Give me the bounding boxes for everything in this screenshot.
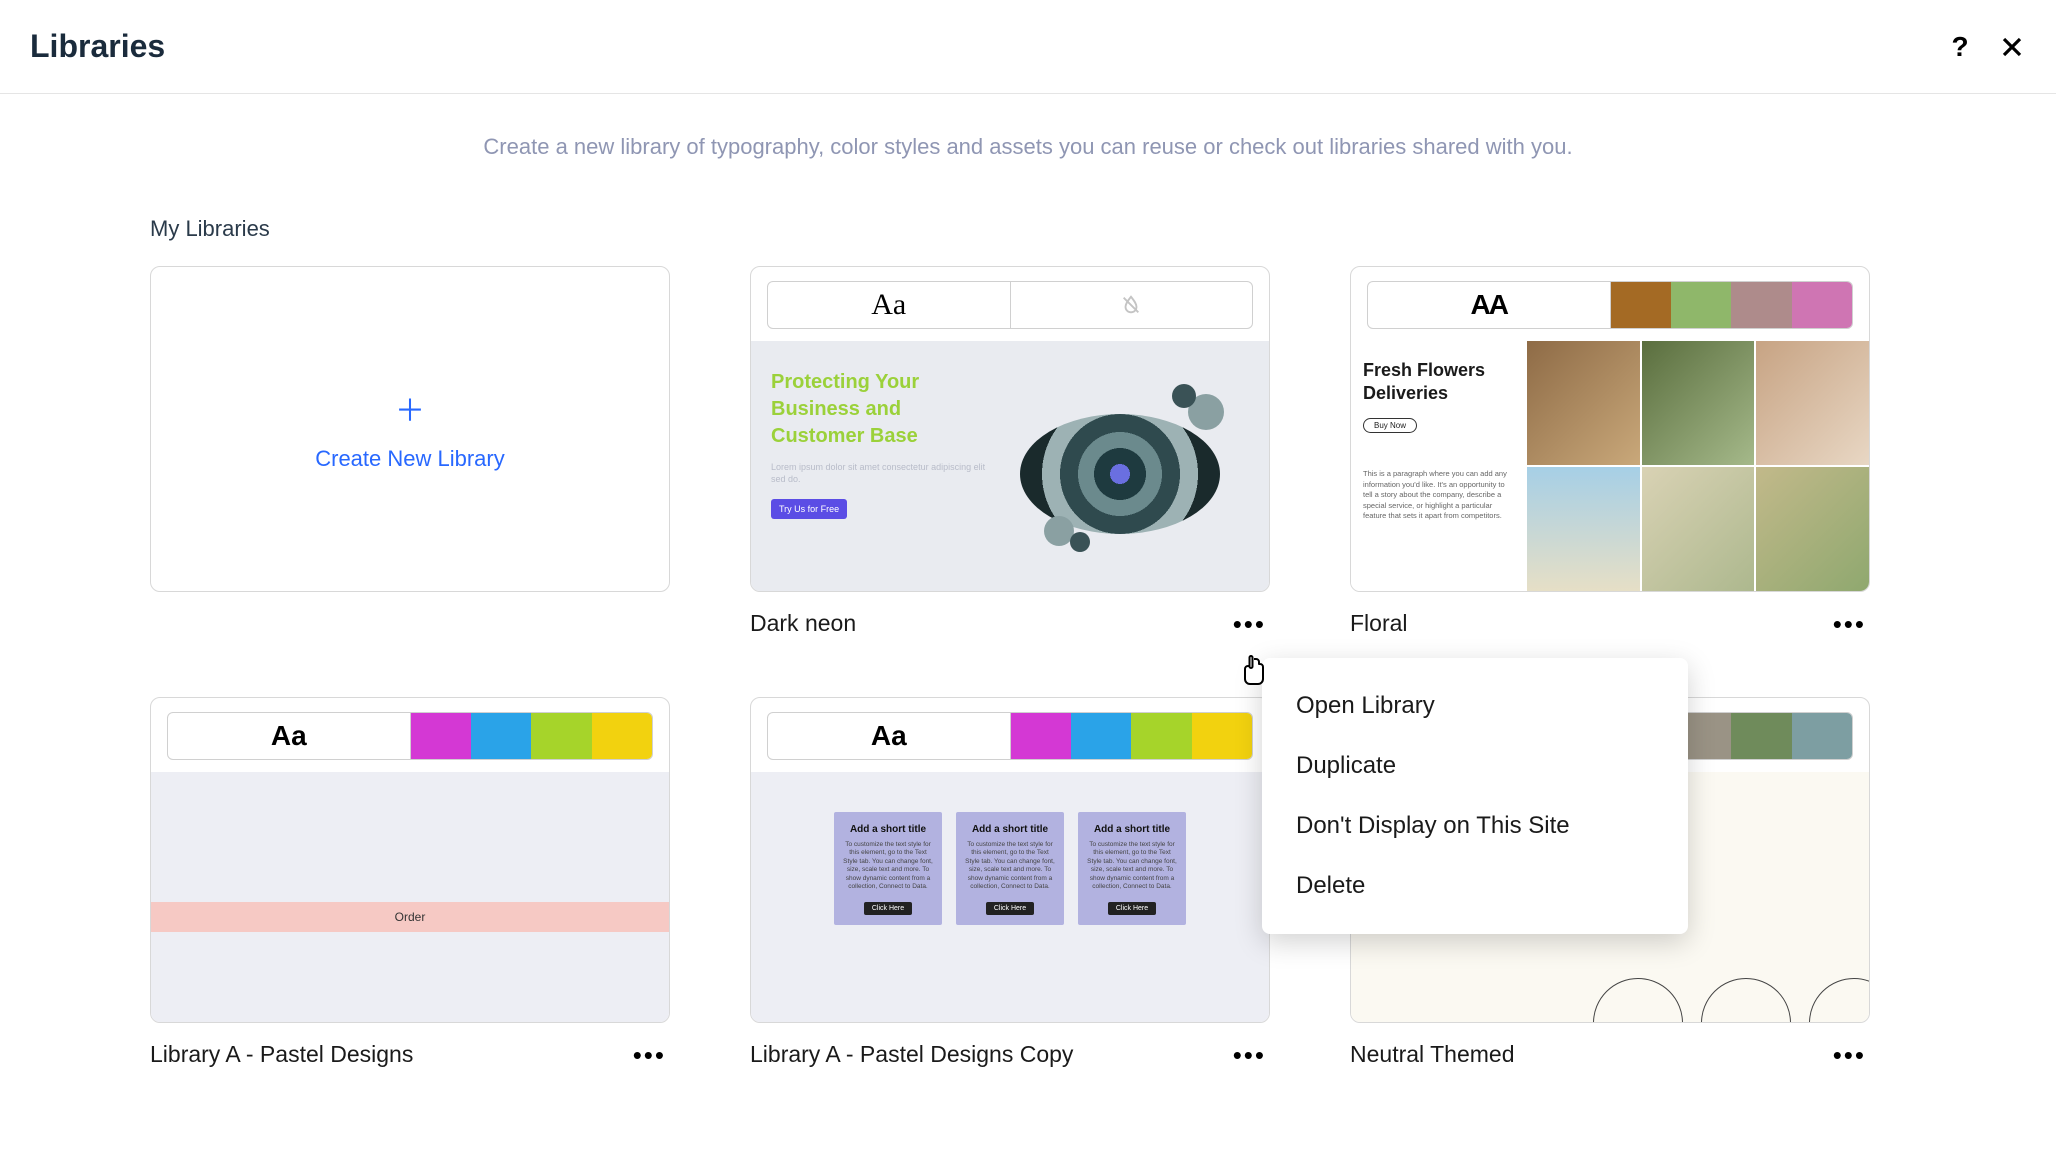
swatch	[1731, 282, 1791, 328]
thumb-header: Aa	[767, 712, 1253, 760]
context-menu: Open Library Duplicate Don't Display on …	[1262, 658, 1688, 934]
thumb-header: Aa	[767, 281, 1253, 329]
swatch	[1792, 282, 1852, 328]
library-title: Floral	[1350, 610, 1408, 637]
preview-minicard: Add a short title To customize the text …	[1078, 812, 1186, 925]
section-title: My Libraries	[150, 216, 1906, 242]
swatch-row	[1011, 713, 1253, 759]
preview-image-grid	[1527, 341, 1869, 591]
thumb-body: Fresh Flowers Deliveries Buy Now This is…	[1351, 341, 1869, 591]
font-sample: AA	[1368, 282, 1611, 328]
help-icon[interactable]: ?	[1946, 33, 1974, 61]
swatch	[1731, 713, 1791, 759]
font-sample: Aa	[768, 713, 1011, 759]
thumb-body: Add a short title To customize the text …	[751, 772, 1269, 1022]
no-color-icon	[1011, 282, 1253, 328]
thumb-header: Aa	[167, 712, 653, 760]
swatch	[411, 713, 471, 759]
preview-minicard: Add a short title To customize the text …	[956, 812, 1064, 925]
library-card-library-a: Aa Order Library A - Pastel Designs •••	[150, 697, 670, 1068]
swatch	[1131, 713, 1191, 759]
swatch	[1611, 282, 1671, 328]
header-actions: ?	[1946, 33, 2026, 61]
swatch	[1071, 713, 1131, 759]
thumb-body: Protecting Your Business and Customer Ba…	[751, 341, 1269, 591]
swatch	[1671, 282, 1731, 328]
library-title: Library A - Pastel Designs Copy	[750, 1041, 1073, 1068]
library-card-floral: AA Fresh Flowers Deliveries Buy Now This…	[1350, 266, 1870, 637]
library-title: Neutral Themed	[1350, 1041, 1515, 1068]
menu-item-open-library[interactable]: Open Library	[1262, 676, 1688, 736]
library-title: Library A - Pastel Designs	[150, 1041, 413, 1068]
preview-graphic	[991, 369, 1249, 575]
swatch	[1792, 713, 1852, 759]
library-card-dark-neon: Aa Protecting Your Business and Customer…	[750, 266, 1270, 637]
thumb-header: AA	[1367, 281, 1853, 329]
more-options-button[interactable]: •••	[629, 1050, 670, 1060]
font-sample: Aa	[168, 713, 411, 759]
preview-minicard: Add a short title To customize the text …	[834, 812, 942, 925]
swatch	[531, 713, 591, 759]
preview-lorem: Lorem ipsum dolor sit amet consectetur a…	[771, 462, 991, 485]
library-card-library-a-copy: Aa Add a short title To customize the te…	[750, 697, 1270, 1068]
plus-icon: ＋	[395, 386, 425, 430]
swatch	[1192, 713, 1252, 759]
preview-cta: Try Us for Free	[771, 499, 847, 519]
swatch-row	[411, 713, 653, 759]
thumb-body: Order	[151, 772, 669, 1022]
menu-item-duplicate[interactable]: Duplicate	[1262, 736, 1688, 796]
content: Create a new library of typography, colo…	[0, 94, 2056, 1068]
library-thumb[interactable]: AA Fresh Flowers Deliveries Buy Now This…	[1350, 266, 1870, 592]
more-options-button[interactable]: •••	[1229, 619, 1270, 629]
preview-paragraph: This is a paragraph where you can add an…	[1363, 469, 1515, 522]
library-thumb[interactable]: Aa Add a short title To customize the te…	[750, 697, 1270, 1023]
preview-headline: Fresh Flowers Deliveries	[1363, 359, 1515, 404]
library-thumb[interactable]: Aa Order	[150, 697, 670, 1023]
more-options-button[interactable]: •••	[1829, 1050, 1870, 1060]
preview-button: Buy Now	[1363, 418, 1417, 433]
preview-circles	[1593, 978, 1870, 1023]
more-options-button[interactable]: •••	[1229, 1050, 1270, 1060]
swatch	[471, 713, 531, 759]
dialog-header: Libraries ?	[0, 0, 2056, 94]
menu-item-dont-display[interactable]: Don't Display on This Site	[1262, 796, 1688, 856]
font-sample: Aa	[768, 282, 1011, 328]
more-options-button[interactable]: •••	[1829, 619, 1870, 629]
subtitle: Create a new library of typography, colo…	[150, 134, 1906, 160]
library-title: Dark neon	[750, 610, 856, 637]
create-new-library-card[interactable]: ＋ Create New Library	[150, 266, 670, 592]
close-icon[interactable]	[1998, 33, 2026, 61]
library-thumb[interactable]: Aa Protecting Your Business and Customer…	[750, 266, 1270, 592]
order-bar: Order	[151, 902, 669, 932]
create-new-library-label: Create New Library	[315, 446, 505, 472]
swatch	[592, 713, 652, 759]
preview-headline: Protecting Your Business and Customer Ba…	[771, 369, 991, 450]
page-title: Libraries	[30, 28, 165, 65]
swatch	[1011, 713, 1071, 759]
swatch-row	[1611, 282, 1853, 328]
menu-item-delete[interactable]: Delete	[1262, 856, 1688, 916]
